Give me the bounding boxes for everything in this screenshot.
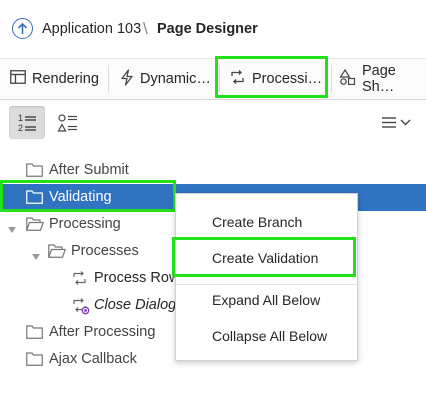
shapes-icon bbox=[339, 68, 356, 89]
menu-item-label: Create Branch bbox=[212, 214, 303, 230]
expand-toggle-icon[interactable] bbox=[8, 221, 16, 237]
tab-page-shared-components[interactable]: Page Sh… bbox=[339, 59, 426, 99]
up-arrow-icon[interactable] bbox=[12, 18, 33, 39]
expand-toggle-icon[interactable] bbox=[32, 248, 40, 264]
breadcrumb-app-link[interactable]: Application 103 bbox=[42, 21, 141, 37]
rendering-icon bbox=[10, 70, 26, 88]
tree-node-label: Process Row bbox=[94, 270, 180, 286]
context-menu: Create Branch Create Validation Expand A… bbox=[175, 193, 358, 361]
page-header: Application 103 \ Page Designer bbox=[0, 0, 426, 59]
menu-item-label: Collapse All Below bbox=[212, 328, 328, 344]
menu-item-expand-all-below[interactable]: Expand All Below bbox=[176, 287, 357, 313]
open-folder-icon bbox=[26, 217, 44, 235]
hamburger-icon bbox=[382, 117, 396, 128]
menu-item-create-branch[interactable]: Create Branch bbox=[176, 209, 357, 235]
highlight-box-processing-tab bbox=[215, 56, 328, 98]
tab-label: Rendering bbox=[32, 71, 99, 87]
page-title: Page Designer bbox=[157, 21, 258, 37]
open-folder-icon bbox=[48, 244, 66, 262]
tab-label: Page Sh… bbox=[362, 63, 396, 95]
component-view-button[interactable] bbox=[50, 106, 86, 139]
process-conditional-icon bbox=[71, 297, 90, 319]
tree-node-label: Close Dialog bbox=[94, 297, 177, 313]
tab-rendering[interactable]: Rendering bbox=[10, 59, 99, 99]
tree-node-label: After Submit bbox=[49, 162, 129, 178]
tab-divider bbox=[108, 65, 109, 93]
ordered-list-view-button[interactable]: 1 2 bbox=[9, 106, 45, 139]
tab-dynamic-actions[interactable]: Dynamic… bbox=[120, 59, 211, 99]
tree-toolbar: 1 2 bbox=[0, 100, 426, 146]
svg-text:2: 2 bbox=[18, 123, 23, 133]
tab-bar: Rendering Dynamic… Processi… Page Sh… bbox=[0, 59, 426, 100]
tree-node-label: Processes bbox=[71, 243, 139, 259]
folder-icon bbox=[26, 325, 43, 343]
tree-node-label: Ajax Callback bbox=[49, 351, 137, 367]
folder-icon bbox=[26, 352, 43, 370]
tree-node-label: After Processing bbox=[49, 324, 156, 340]
breadcrumb-separator: \ bbox=[143, 19, 148, 38]
menu-item-label: Expand All Below bbox=[212, 292, 321, 308]
svg-text:1: 1 bbox=[18, 113, 23, 123]
menu-item-collapse-all-below[interactable]: Collapse All Below bbox=[176, 323, 357, 349]
tab-divider bbox=[331, 65, 332, 93]
process-icon bbox=[71, 270, 88, 290]
highlight-box-validating-node bbox=[0, 180, 176, 212]
tree-menu-button[interactable] bbox=[382, 114, 414, 132]
menu-divider bbox=[176, 284, 357, 285]
highlight-box-create-validation bbox=[172, 237, 356, 277]
lightning-icon bbox=[120, 68, 134, 90]
folder-icon bbox=[26, 163, 43, 181]
tab-label: Dynamic… bbox=[140, 71, 211, 87]
tree-node-label: Processing bbox=[49, 216, 121, 232]
